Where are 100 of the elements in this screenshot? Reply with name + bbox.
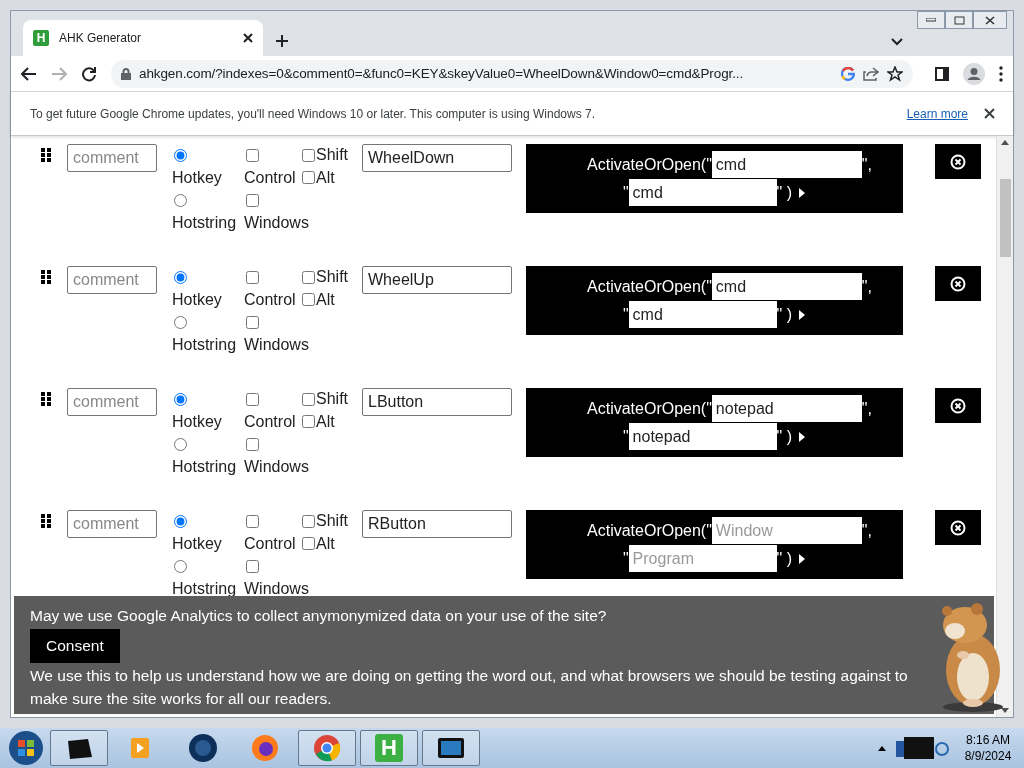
window-field[interactable]: Window <box>711 517 862 544</box>
checkbox-label: Control <box>244 533 296 554</box>
close-icon <box>950 275 966 292</box>
start-button[interactable] <box>6 729 46 767</box>
checkbox[interactable] <box>302 415 315 429</box>
window-field[interactable]: cmd <box>711 151 862 178</box>
close-icon <box>950 153 966 170</box>
comment-field[interactable]: comment <box>67 144 157 172</box>
comment-field[interactable]: comment <box>67 266 157 294</box>
checkbox[interactable] <box>246 559 259 573</box>
key-field[interactable]: RButton <box>362 510 512 538</box>
menu-icon <box>999 65 1003 82</box>
program-field[interactable]: notepad <box>628 423 777 450</box>
lock-icon <box>121 67 131 80</box>
consent-button[interactable]: Consent <box>30 629 120 663</box>
close-icon <box>950 519 966 536</box>
comment-field[interactable]: comment <box>67 510 157 538</box>
checkbox[interactable] <box>246 392 259 406</box>
checkbox[interactable] <box>302 148 315 162</box>
scroll-thumb[interactable] <box>999 179 1011 257</box>
radio-label: Hotstring <box>172 578 237 599</box>
checkbox-label: Control <box>244 167 296 188</box>
consent-question: May we use Google Analytics to collect anymonymized data on your use of the site? <box>30 606 608 626</box>
checkbox[interactable] <box>246 437 259 451</box>
star-icon <box>887 65 903 82</box>
checkbox[interactable] <box>302 171 315 185</box>
delete-button[interactable] <box>935 144 981 179</box>
google-icon <box>841 66 855 81</box>
drag-handle-icon <box>41 148 52 162</box>
checkbox-label: Windows <box>244 578 309 599</box>
minimize-button[interactable] <box>917 11 945 29</box>
punctuation: " ) <box>776 305 793 324</box>
tray-arrow-icon[interactable] <box>878 745 886 751</box>
clock-time: 8:16 AM <box>965 732 1011 748</box>
tab-title: AHK Generator <box>59 31 143 45</box>
checkbox-label: Windows <box>244 334 309 355</box>
checkbox[interactable] <box>302 293 315 307</box>
minimize-icon <box>926 18 936 22</box>
scroll-up-icon[interactable] <box>1001 140 1009 145</box>
function-name: ActivateOrOpen(" <box>587 521 712 540</box>
close-button[interactable] <box>973 11 1007 29</box>
radio-label: Hotkey <box>172 533 222 554</box>
key-field[interactable]: LButton <box>362 388 512 416</box>
address-bar[interactable]: ahkgen.com/?indexes=0&comment0=&func0=KEY&skeyValue0=WheelDown&Window0=cmd&Progr... <box>111 59 913 88</box>
program-field[interactable]: cmd <box>628 301 777 328</box>
scrollbar[interactable] <box>996 136 1013 717</box>
checkbox[interactable] <box>246 270 259 284</box>
close-icon <box>985 15 995 25</box>
play-icon[interactable] <box>798 430 807 443</box>
info-message: To get future Google Chrome updates, you'll need Windows 10 or later. This computer is using Windows 7. <box>30 106 597 121</box>
comment-field[interactable]: comment <box>67 388 157 416</box>
taskbar-app[interactable] <box>422 730 480 766</box>
checkbox-label: Control <box>244 289 296 310</box>
scroll-down-icon[interactable] <box>1001 708 1009 713</box>
radio-button[interactable] <box>174 392 187 406</box>
profile-icon <box>963 62 985 85</box>
checkbox[interactable] <box>246 148 259 162</box>
delete-button[interactable] <box>935 266 981 301</box>
checkbox[interactable] <box>246 193 259 207</box>
learn-more-link[interactable]: Learn more <box>906 106 968 121</box>
checkbox[interactable] <box>246 514 259 528</box>
radio-button[interactable] <box>174 148 187 162</box>
delete-button[interactable] <box>935 510 981 545</box>
window-field[interactable]: notepad <box>711 395 862 422</box>
punctuation: ", <box>861 521 872 540</box>
window-field[interactable]: cmd <box>711 273 862 300</box>
checkbox[interactable] <box>246 315 259 329</box>
checkbox-label: Alt <box>316 168 335 187</box>
radio-button[interactable] <box>174 559 187 573</box>
checkbox[interactable] <box>302 270 315 284</box>
checkbox[interactable] <box>302 537 315 551</box>
punctuation: ", <box>861 399 872 418</box>
play-icon[interactable] <box>798 186 807 199</box>
delete-button[interactable] <box>935 388 981 423</box>
radio-button[interactable] <box>174 315 187 329</box>
play-icon[interactable] <box>798 308 807 321</box>
play-icon[interactable] <box>798 552 807 565</box>
function-name: ActivateOrOpen(" <box>587 277 712 296</box>
key-field[interactable]: WheelUp <box>362 266 512 294</box>
punctuation: " <box>622 549 629 568</box>
checkbox[interactable] <box>302 514 315 528</box>
punctuation: " <box>622 305 629 324</box>
checkbox-label: Alt <box>316 534 335 553</box>
radio-button[interactable] <box>174 270 187 284</box>
browser-tab[interactable]: H AHK Generator <box>23 20 263 56</box>
punctuation: " <box>622 427 629 446</box>
radio-button[interactable] <box>174 437 187 451</box>
program-field[interactable]: cmd <box>628 179 777 206</box>
checkbox[interactable] <box>302 392 315 406</box>
checkbox-label: Shift <box>316 512 348 531</box>
taskbar-app[interactable] <box>50 730 108 766</box>
key-field[interactable]: WheelDown <box>362 144 512 172</box>
punctuation: ", <box>861 155 872 174</box>
program-field[interactable]: Program <box>628 545 777 572</box>
radio-label: Hotkey <box>172 411 222 432</box>
radio-button[interactable] <box>174 514 187 528</box>
checkbox-label: Shift <box>316 146 348 165</box>
radio-label: Hotkey <box>172 167 222 188</box>
function-name: ActivateOrOpen(" <box>587 155 712 174</box>
radio-button[interactable] <box>174 193 187 207</box>
